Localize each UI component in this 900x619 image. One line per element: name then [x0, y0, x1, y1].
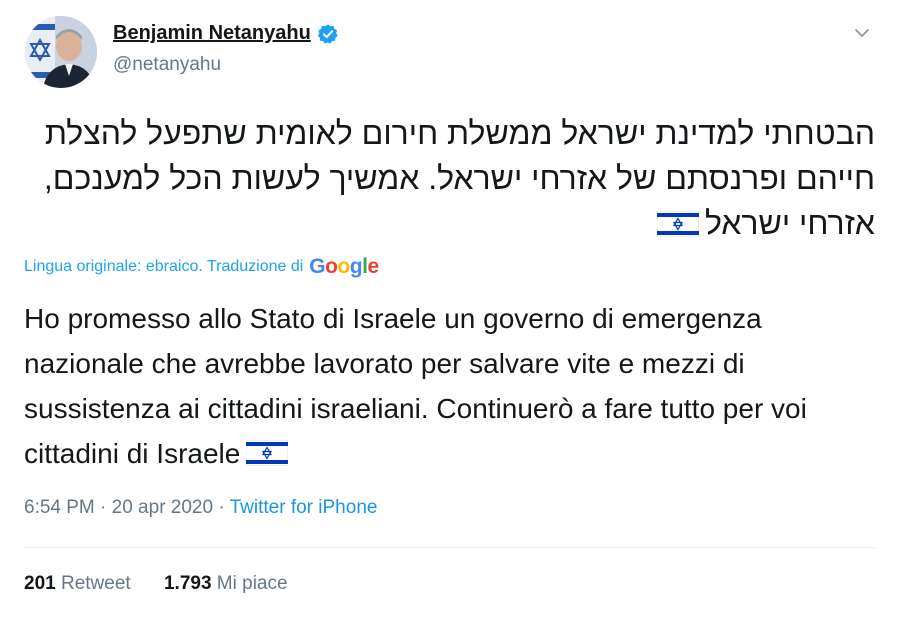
likes-count: 1.793 [163, 573, 212, 594]
timestamp[interactable]: 6:54 PM · 20 apr 2020 · [24, 497, 230, 518]
author-name-row: Benjamin Netanyahu [113, 22, 339, 45]
translation-label: Lingua originale: ebraico. Traduzione di [24, 258, 304, 275]
likes-stat[interactable]: 1.793 Mi piace [164, 573, 288, 594]
author-name[interactable]: Benjamin Netanyahu [113, 22, 311, 45]
author-handle[interactable]: @netanyahu [113, 54, 221, 76]
original-text: הבטחתי למדינת ישראל ממשלת חירום לאומית ש… [43, 115, 875, 241]
chevron-down-icon[interactable] [853, 24, 871, 42]
tweet-stats: 201 Retweet 1.793 Mi piace [24, 573, 316, 595]
tweet-translated-text: Ho promesso allo Stato di Israele un gov… [24, 296, 874, 476]
tweet-card: Benjamin Netanyahu @netanyahu הבטחתי למד… [0, 0, 900, 619]
retweets-stat[interactable]: 201 Retweet [24, 573, 131, 594]
israel-flag-icon [656, 204, 700, 238]
israel-flag-icon [245, 434, 289, 467]
retweets-count: 201 [24, 573, 56, 594]
tweet-original-text: הבטחתי למדינת ישראל ממשלת חירום לאומית ש… [22, 111, 875, 246]
likes-label: Mi piace [216, 573, 288, 594]
translated-text: Ho promesso allo Stato di Israele un gov… [24, 303, 807, 469]
retweets-label: Retweet [60, 573, 131, 594]
avatar[interactable] [25, 16, 97, 88]
verified-badge-icon [317, 23, 339, 45]
source-link[interactable]: Twitter for iPhone [230, 497, 378, 518]
tweet-meta: 6:54 PM · 20 apr 2020 · Twitter for iPho… [24, 497, 377, 519]
google-logo[interactable]: Google [309, 255, 379, 279]
translation-attribution: Lingua originale: ebraico. Traduzione di… [24, 255, 379, 279]
divider [24, 547, 875, 548]
